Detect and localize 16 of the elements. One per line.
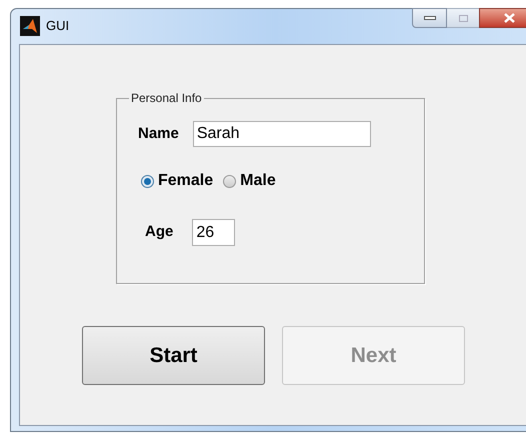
minimize-button[interactable] [412, 8, 447, 28]
close-icon [504, 13, 514, 23]
radio-icon [141, 174, 154, 188]
age-field[interactable]: 26 [192, 219, 236, 246]
maximize-icon [458, 14, 468, 22]
minimize-icon [424, 16, 436, 20]
window-title: GUI [46, 17, 70, 36]
close-button[interactable] [479, 8, 526, 28]
gender-radio[interactable]: Male [223, 169, 276, 193]
radio-icon [223, 174, 236, 188]
app-logo-icon [20, 16, 40, 36]
age-label: Age [145, 222, 174, 242]
gender-radio[interactable]: Female [141, 169, 214, 193]
name-field[interactable]: Sarah [192, 121, 371, 147]
action-button[interactable]: Start [82, 326, 265, 385]
name-label: Name [138, 124, 179, 144]
